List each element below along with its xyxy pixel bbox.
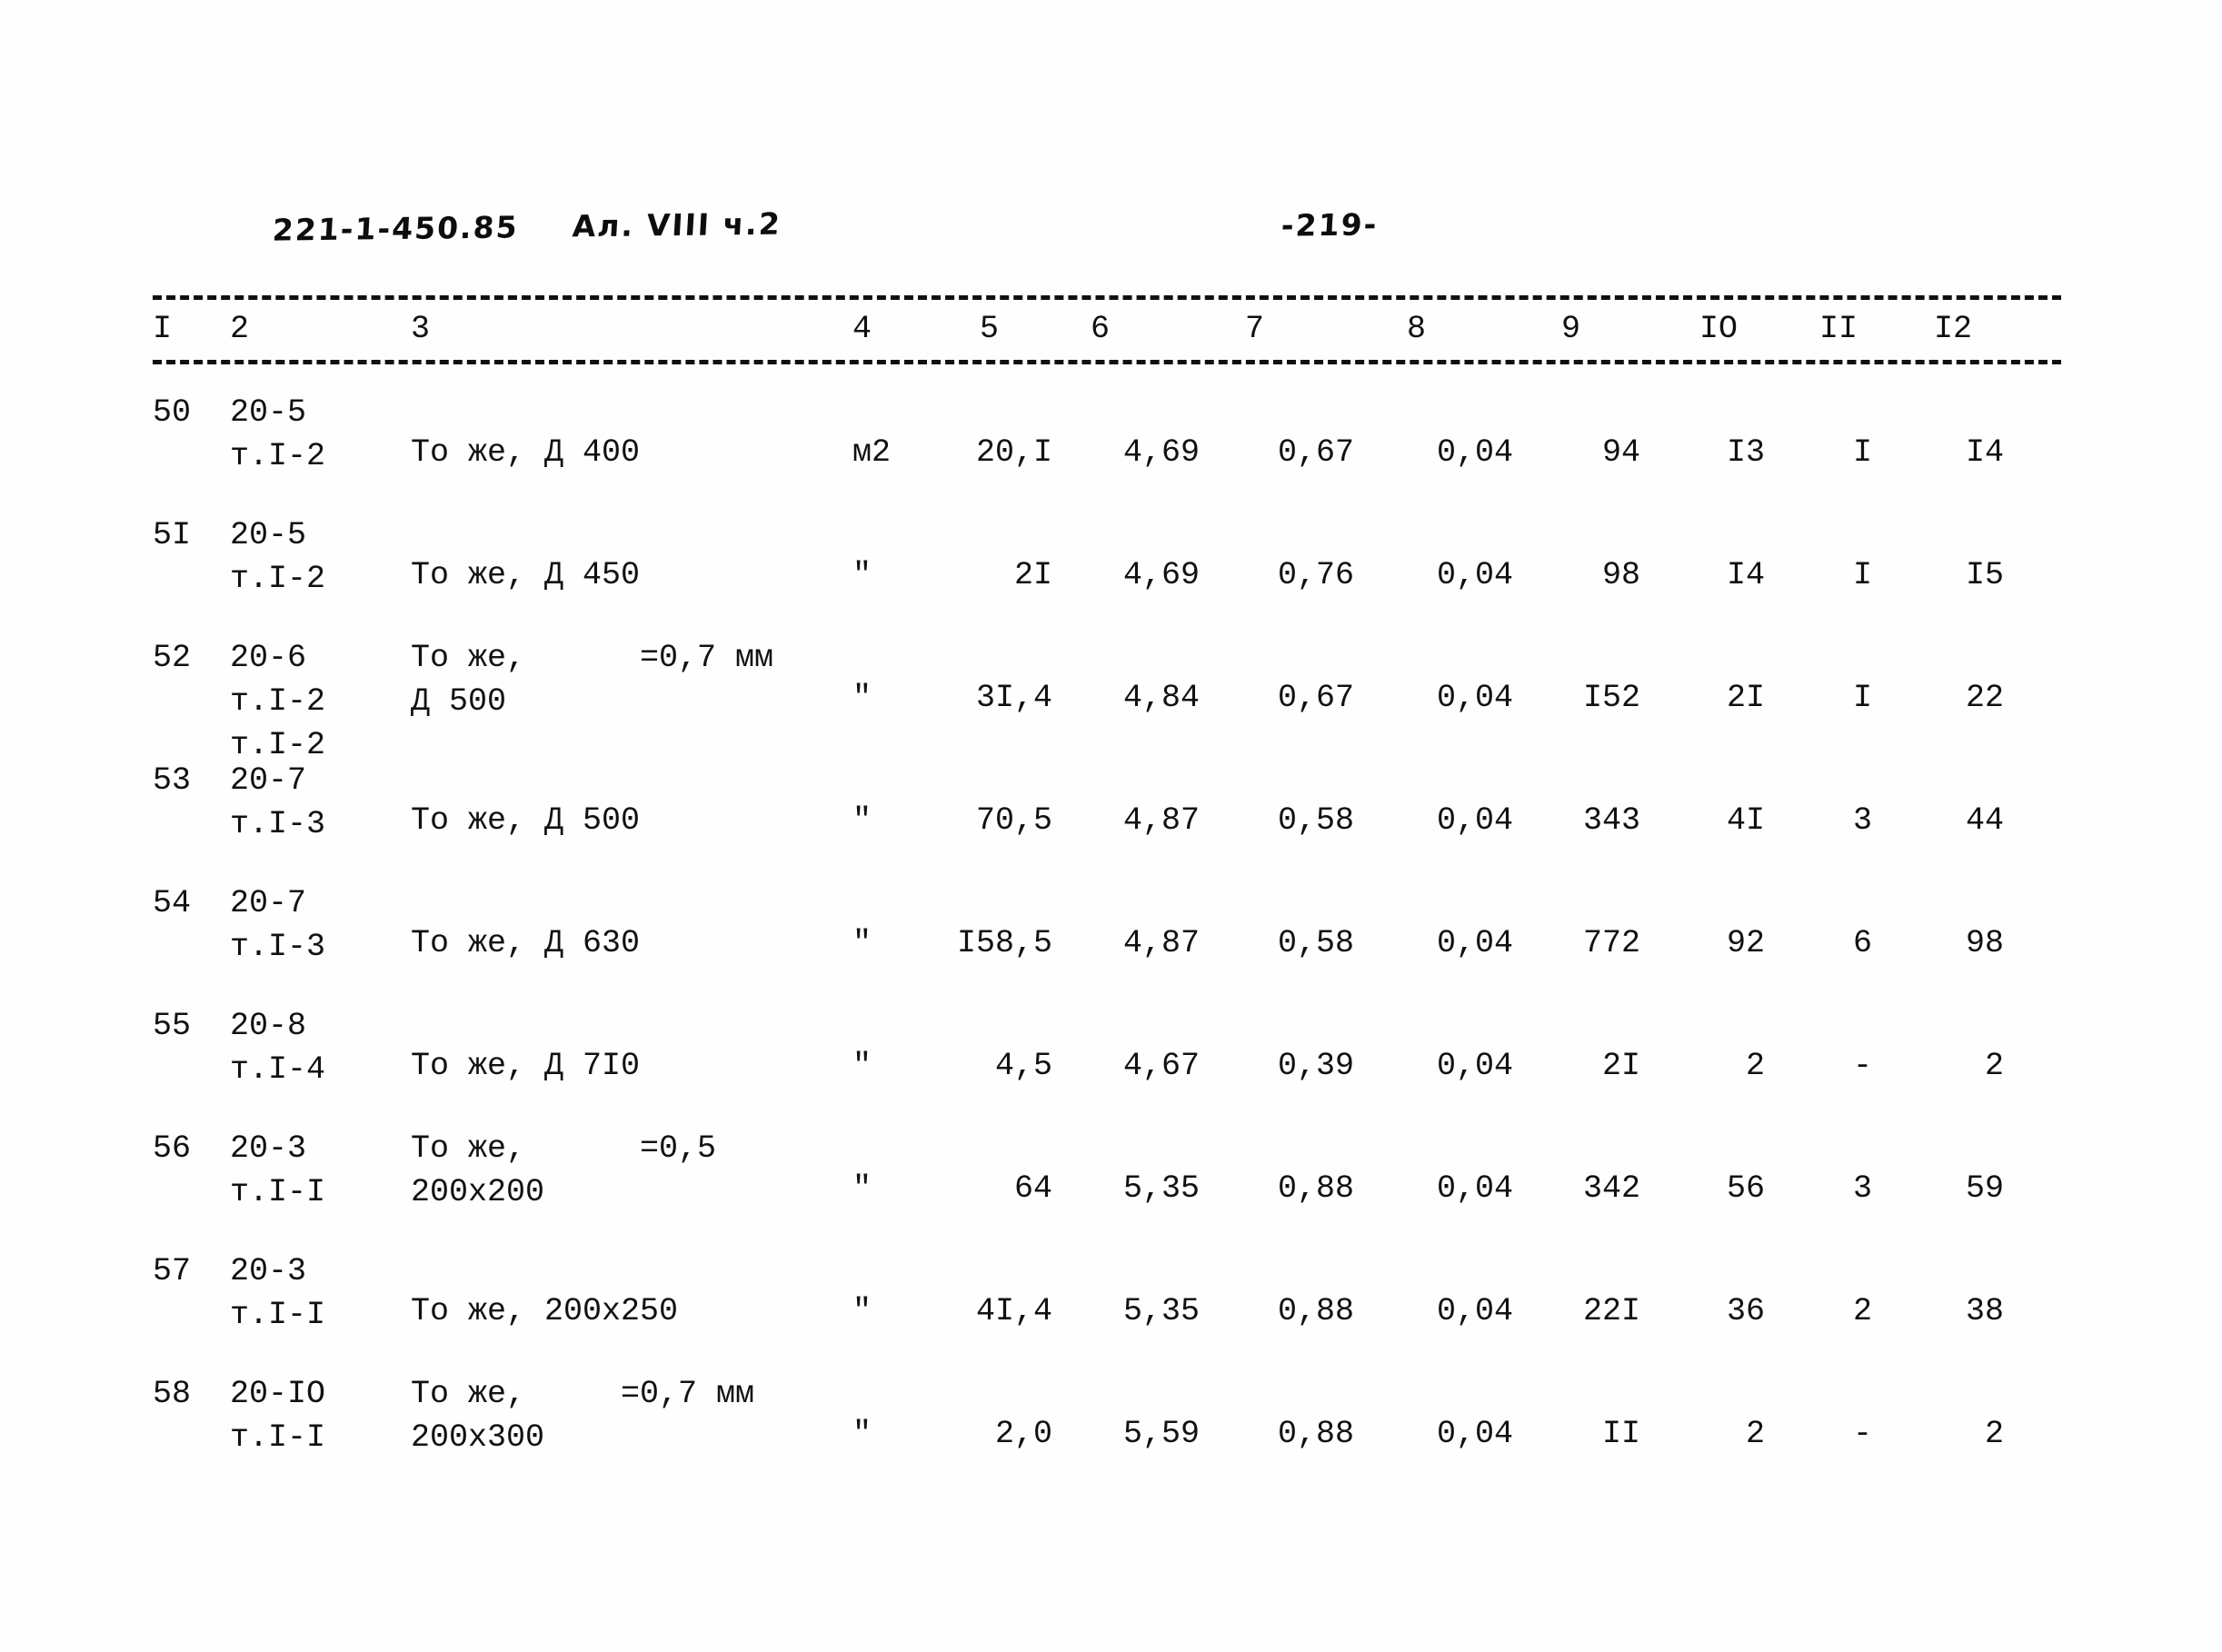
row-code-line: 20-3 <box>230 1253 307 1289</box>
document-code: 221-1-450.85 <box>271 209 520 248</box>
row-value-col-12: 22 <box>1965 680 2004 716</box>
row-code-line: 20-5 <box>230 394 307 431</box>
album-reference: Ал. VIII ч.2 <box>571 205 782 244</box>
row-position-number: 5I <box>153 517 192 553</box>
row-description-line: То же, =0,7 мм <box>411 640 774 676</box>
row-value-col-12: 98 <box>1965 925 2004 961</box>
column-header-7: 7 <box>1245 311 1265 347</box>
column-header-I2: I2 <box>1934 311 1973 347</box>
document-page: 221-1-450.85 Ал. VIII ч.2 -219- I2345678… <box>0 0 2222 1652</box>
table-body: 50 20-5 т.I-2 То же, Д 400 м2 20,I 4,69 0,67 0,0… <box>0 391 2222 1495</box>
table-row: 55 20-8 т.I-4 То же, Д 7I0 " 4,5 4,67 0,39 0,04 2… <box>0 1004 2222 1127</box>
table-rule-top <box>153 295 2061 300</box>
row-value-col-12: 38 <box>1965 1293 2004 1329</box>
row-position-number: 57 <box>153 1253 192 1289</box>
row-value-col-12: 44 <box>1965 802 2004 839</box>
column-header-I: I <box>153 311 173 347</box>
row-code-line: 20-3 <box>230 1130 307 1167</box>
row-value-col-12: 2 <box>1984 1048 2004 1084</box>
row-value-col-12: I5 <box>1965 557 2004 593</box>
column-header-3: 3 <box>411 311 431 347</box>
table-row: 50 20-5 т.I-2 То же, Д 400 м2 20,I 4,69 0,67 0,0… <box>0 391 2222 513</box>
row-position-number: 54 <box>153 885 192 921</box>
table-row: 5I 20-5 т.I-2 То же, Д 450 " 2I 4,69 0,76 0,04 98… <box>0 513 2222 636</box>
table-row: 57 20-3 т.I-I То же, 200х250 " 4I,4 5,35 0,88 0,… <box>0 1249 2222 1372</box>
row-value-col-12: I4 <box>1965 434 2004 471</box>
row-position-number: 53 <box>153 762 192 799</box>
column-header-9: 9 <box>1561 311 1581 347</box>
row-code-line: 20-5 <box>230 517 307 553</box>
row-value-col-12: 59 <box>1965 1170 2004 1207</box>
row-code-line: 20-IO <box>230 1376 326 1412</box>
column-header-5: 5 <box>980 311 1000 347</box>
row-value-col-12: 2 <box>1984 1416 2004 1452</box>
row-position-number: 50 <box>153 394 192 431</box>
row-description-line: То же, =0,7 мм <box>411 1376 755 1412</box>
row-position-number: 52 <box>153 640 192 676</box>
column-header-8: 8 <box>1407 311 1427 347</box>
row-code-line: 20-6 <box>230 640 307 676</box>
table-row: 52 20-6 т.I-2 т.I-2 То же, =0,7 мм Д 500 " 3I,4… <box>0 636 2222 763</box>
row-code-line: 20-7 <box>230 885 307 921</box>
row-code-line: 20-7 <box>230 762 307 799</box>
table-rule-bottom <box>153 360 2061 364</box>
table-row: 56 20-3 т.I-I То же, =0,5 200х200 " 64 5,35 0,88… <box>0 1127 2222 1249</box>
table-row: 54 20-7 т.I-3 То же, Д 630 " I58,5 4,87 0,58 0,0… <box>0 881 2222 1004</box>
column-header-4: 4 <box>852 311 872 347</box>
column-header-II: II <box>1819 311 1858 347</box>
row-position-number: 56 <box>153 1130 192 1167</box>
row-code-line: 20-8 <box>230 1008 307 1044</box>
table-row: 58 20-IO т.I-I То же, =0,7 мм 200х300 " 2,0 5,5… <box>0 1372 2222 1495</box>
row-position-number: 58 <box>153 1376 192 1412</box>
handwritten-header: 221-1-450.85 Ал. VIII ч.2 -219- <box>271 205 1999 262</box>
column-header-2: 2 <box>230 311 250 347</box>
column-header-6: 6 <box>1091 311 1111 347</box>
column-header-IO: IO <box>1699 311 1739 347</box>
row-position-number: 55 <box>153 1008 192 1044</box>
row-description-line: То же, =0,5 <box>411 1130 717 1167</box>
table-row: 53 20-7 т.I-3 То же, Д 500 " 70,5 4,87 0,58 0,04… <box>0 759 2222 881</box>
page-number: -219- <box>1280 206 1380 244</box>
